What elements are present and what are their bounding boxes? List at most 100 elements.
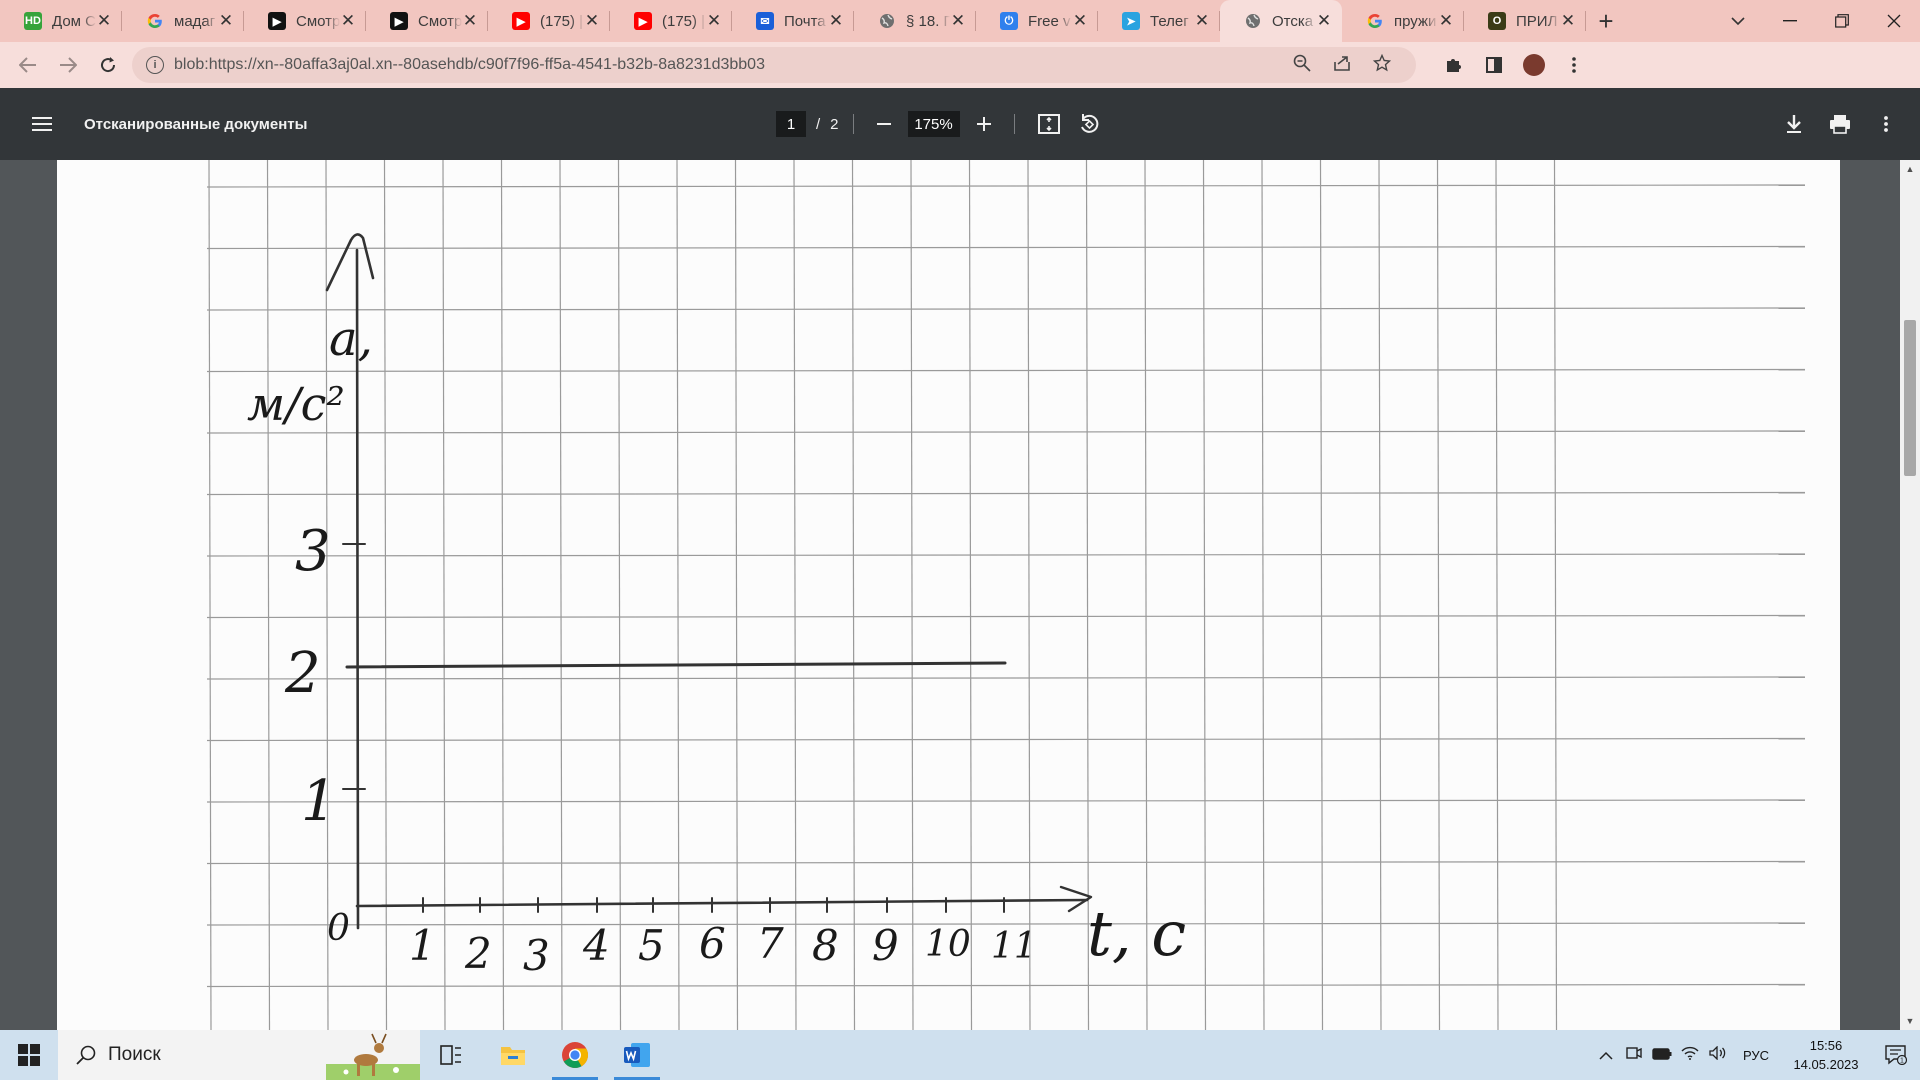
- browser-tab[interactable]: ▶ (175) | ✕: [488, 0, 610, 42]
- page-number-input[interactable]: 1: [776, 111, 806, 137]
- browser-tab[interactable]: ⏻ Free v ✕: [976, 0, 1098, 42]
- tab-close-icon[interactable]: ✕: [96, 11, 112, 31]
- taskbar-search-box[interactable]: Поиск: [58, 1030, 420, 1080]
- grid-line-horizontal: [206, 737, 1806, 742]
- bookmark-star-icon[interactable]: [1362, 53, 1402, 77]
- grid-line-horizontal: [206, 553, 1806, 557]
- new-tab-button[interactable]: +: [1586, 0, 1626, 42]
- x-label-6: 6: [699, 919, 726, 968]
- browser-tab[interactable]: HD Дом С ✕: [0, 0, 122, 42]
- tab-close-icon[interactable]: ✕: [462, 11, 478, 31]
- browser-tab[interactable]: O ПРИЛ ✕: [1464, 0, 1586, 42]
- tab-close-icon[interactable]: ✕: [706, 11, 722, 31]
- grid-line-horizontal: [206, 245, 1806, 250]
- browser-tab[interactable]: ▶ Смотр ✕: [366, 0, 488, 42]
- download-icon[interactable]: [1774, 104, 1814, 144]
- close-window-button[interactable]: [1868, 0, 1920, 42]
- notifications-icon[interactable]: 1: [1872, 1045, 1920, 1065]
- chrome-taskbar-icon[interactable]: [544, 1030, 606, 1080]
- grid-line-horizontal: [206, 983, 1806, 988]
- x-label-1: 1: [409, 921, 436, 970]
- minimize-button[interactable]: [1764, 0, 1816, 42]
- browser-tab-strip: HD Дом С ✕ мадаг ✕ ▶ Смотр ✕ ▶ Смотр ✕ ▶ (175) | ✕ ▶ (1…: [0, 0, 1920, 42]
- sidebar-menu-icon[interactable]: [20, 117, 64, 131]
- clock[interactable]: 15:56 14.05.2023: [1780, 1036, 1872, 1074]
- share-icon[interactable]: [1322, 54, 1362, 77]
- wifi-icon[interactable]: [1676, 1046, 1704, 1064]
- tab-search-chevron-icon[interactable]: [1712, 0, 1764, 42]
- browser-tab[interactable]: ▶ (175) | ✕: [610, 0, 732, 42]
- tab-close-icon[interactable]: ✕: [340, 11, 356, 31]
- grid-line-vertical: [383, 160, 388, 1030]
- tab-separator: [1585, 11, 1586, 31]
- tab-title: Смотр: [296, 12, 340, 30]
- x-axis-unit: t, с: [1087, 897, 1186, 970]
- tab-title: § 18. Г: [906, 12, 950, 30]
- site-info-icon[interactable]: i: [146, 56, 164, 74]
- show-hidden-icons-chevron-icon[interactable]: [1592, 1047, 1620, 1064]
- battery-icon[interactable]: [1648, 1047, 1676, 1064]
- scrollbar-thumb[interactable]: [1904, 320, 1916, 476]
- browser-tab[interactable]: ➤ Телег ✕: [1098, 0, 1220, 42]
- tab-close-icon[interactable]: ✕: [218, 11, 234, 31]
- print-icon[interactable]: [1820, 104, 1860, 144]
- zoom-icon[interactable]: [1282, 54, 1322, 77]
- tab-title: Дом С: [52, 12, 96, 30]
- tab-close-icon[interactable]: ✕: [1194, 11, 1210, 31]
- browser-menu-icon[interactable]: [1554, 45, 1594, 85]
- tab-close-icon[interactable]: ✕: [1072, 11, 1088, 31]
- scroll-down-arrow-icon[interactable]: ▼: [1900, 1012, 1920, 1030]
- browser-tab[interactable]: § 18. Г ✕: [854, 0, 976, 42]
- grid-line-horizontal: [206, 860, 1806, 865]
- scroll-up-arrow-icon[interactable]: ▲: [1900, 160, 1920, 178]
- tab-title: Почта: [784, 12, 826, 30]
- grid-line-vertical: [1495, 160, 1499, 1030]
- reload-button[interactable]: [88, 45, 128, 85]
- vertical-scrollbar[interactable]: ▲ ▼: [1900, 160, 1920, 1030]
- url-text[interactable]: blob:https://xn--80affa3aj0al.xn--80aseh…: [174, 56, 1282, 74]
- search-icon: [76, 1045, 96, 1065]
- browser-tab[interactable]: пружи ✕: [1342, 0, 1464, 42]
- grid-line-horizontal: [206, 430, 1806, 434]
- back-button[interactable]: [8, 45, 48, 85]
- origin-label-0: 0: [327, 908, 350, 949]
- extensions-puzzle-icon[interactable]: [1434, 45, 1474, 85]
- browser-tab[interactable]: ✉ Почта ✕: [732, 0, 854, 42]
- more-options-icon[interactable]: [1866, 104, 1906, 144]
- restore-button[interactable]: [1816, 0, 1868, 42]
- windows-start-icon[interactable]: [0, 1030, 58, 1080]
- file-explorer-icon[interactable]: [482, 1030, 544, 1080]
- tab-close-icon[interactable]: ✕: [584, 11, 600, 31]
- tab-close-icon[interactable]: ✕: [1316, 11, 1332, 31]
- browser-tab[interactable]: мадаг ✕: [122, 0, 244, 42]
- zoom-in-button[interactable]: [968, 108, 1000, 140]
- zoom-out-button[interactable]: [868, 108, 900, 140]
- volume-icon[interactable]: [1704, 1045, 1732, 1064]
- video-play-icon: ▶: [390, 12, 408, 30]
- x-label-10: 10: [925, 924, 971, 965]
- profile-avatar[interactable]: [1514, 45, 1554, 85]
- tab-close-icon[interactable]: ✕: [950, 11, 966, 31]
- tab-close-icon[interactable]: ✕: [828, 11, 844, 31]
- y-axis-arrowhead: [325, 233, 375, 292]
- tab-close-icon[interactable]: ✕: [1560, 11, 1576, 31]
- url-omnibox[interactable]: i blob:https://xn--80affa3aj0al.xn--80as…: [132, 47, 1416, 83]
- x-label-8: 8: [812, 921, 839, 970]
- browser-tab[interactable]: Отска ✕: [1220, 0, 1342, 42]
- word-taskbar-icon[interactable]: [606, 1030, 668, 1080]
- rotate-icon[interactable]: [1069, 104, 1109, 144]
- tab-title: ПРИЛ: [1516, 12, 1558, 30]
- tab-title: (175) |: [540, 12, 584, 30]
- tab-close-icon[interactable]: ✕: [1438, 11, 1454, 31]
- zoom-level-input[interactable]: 175%: [907, 111, 960, 137]
- tab-title: Телег: [1150, 12, 1189, 30]
- forward-button[interactable]: [48, 45, 88, 85]
- hd-icon: HD: [24, 12, 42, 30]
- side-panel-icon[interactable]: [1474, 45, 1514, 85]
- meet-camera-icon[interactable]: [1620, 1045, 1648, 1065]
- fit-to-page-icon[interactable]: [1029, 104, 1069, 144]
- browser-tab[interactable]: ▶ Смотр ✕: [244, 0, 366, 42]
- input-language[interactable]: РУС: [1732, 1048, 1780, 1063]
- task-view-icon[interactable]: [420, 1030, 482, 1080]
- tab-title: Смотр: [418, 12, 462, 30]
